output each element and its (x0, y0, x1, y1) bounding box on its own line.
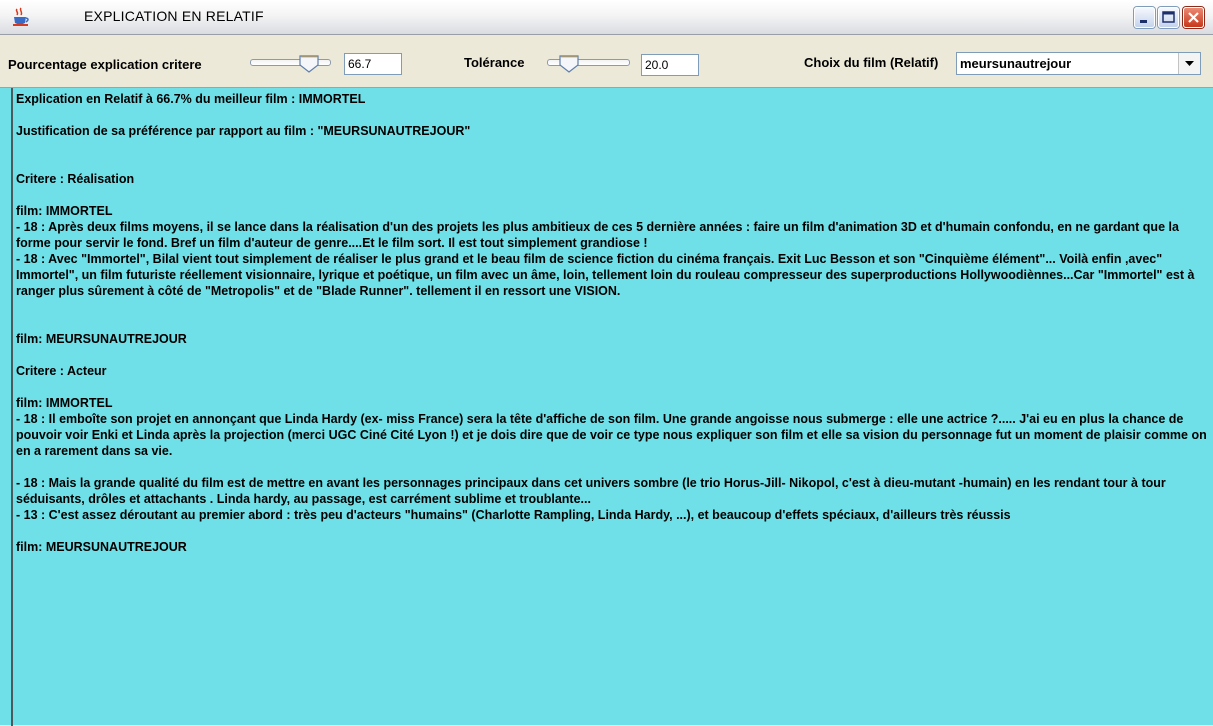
review-paragraph: - 18 : Après deux films moyens, il se la… (16, 220, 1179, 250)
film-select-dropdown[interactable]: meursunautrejour (956, 52, 1201, 75)
maximize-button[interactable] (1158, 7, 1179, 28)
film-label: film: MEURSUNAUTREJOUR (16, 540, 187, 554)
tolerance-label: Tolérance (464, 55, 525, 70)
chevron-down-icon (1185, 61, 1194, 66)
film-label: film: IMMORTEL (16, 396, 113, 410)
tolerance-field[interactable]: 20.0 (641, 54, 699, 76)
window-title: EXPLICATION EN RELATIF (84, 8, 264, 24)
review-paragraph: - 18 : Avec "Immortel", Bilal vient tout… (16, 252, 1195, 298)
review-paragraph: - 18 : Mais la grande qualité du film es… (16, 476, 1166, 506)
pourcentage-field[interactable]: 66.7 (344, 53, 402, 75)
film-label: film: IMMORTEL (16, 204, 113, 218)
review-paragraph: - 13 : C'est assez déroutant au premier … (16, 508, 1011, 522)
minimize-icon (1140, 20, 1147, 23)
critere-heading: Critere : Réalisation (16, 172, 135, 186)
tolerance-slider-thumb[interactable] (558, 52, 580, 74)
justification-line: Justification de sa préférence par rappo… (16, 124, 471, 138)
minimize-button[interactable] (1134, 7, 1155, 28)
maximize-icon (1162, 11, 1175, 23)
pourcentage-slider-thumb[interactable] (298, 52, 320, 74)
text-area-left-border (11, 88, 13, 726)
java-coffee-cup-icon (13, 7, 29, 26)
explanation-text-area[interactable]: Explication en Relatif à 66.7% du meille… (0, 87, 1213, 726)
title-bar[interactable]: EXPLICATION EN RELATIF (0, 0, 1213, 35)
review-paragraph: - 18 : Il emboîte son projet en annonçan… (16, 412, 1207, 458)
close-button[interactable] (1183, 7, 1204, 28)
close-icon (1188, 12, 1199, 23)
pourcentage-label: Pourcentage explication critere (8, 57, 202, 72)
explanation-text: Explication en Relatif à 66.7% du meille… (16, 91, 1210, 555)
critere-heading: Critere : Acteur (16, 364, 107, 378)
application-window: EXPLICATION EN RELATIF Pourcentage expli… (0, 0, 1213, 726)
dropdown-arrow-button[interactable] (1178, 53, 1200, 74)
film-select-value: meursunautrejour (960, 56, 1072, 71)
choix-film-label: Choix du film (Relatif) (804, 55, 939, 70)
explanation-heading: Explication en Relatif à 66.7% du meille… (16, 92, 366, 106)
film-label: film: MEURSUNAUTREJOUR (16, 332, 187, 346)
